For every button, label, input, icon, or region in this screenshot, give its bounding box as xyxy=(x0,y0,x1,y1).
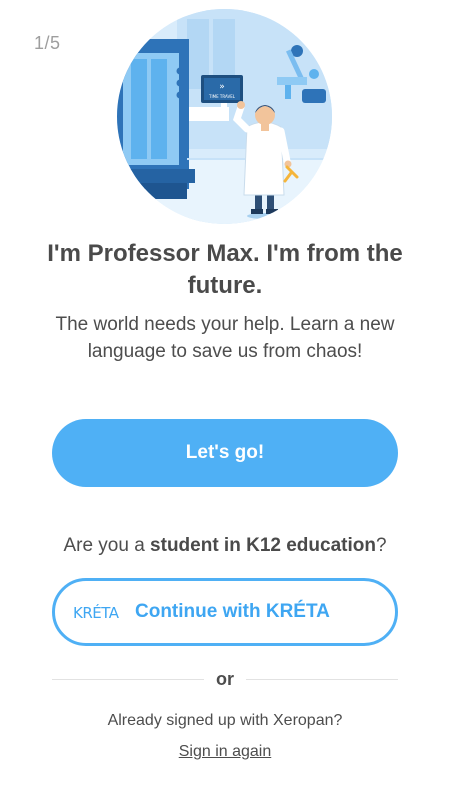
svg-text:»: » xyxy=(219,82,225,92)
svg-text:KRÉTA: KRÉTA xyxy=(73,603,120,622)
step-counter: 1/5 xyxy=(34,33,61,53)
divider-label: or xyxy=(216,668,234,689)
continue-with-kreta-button[interactable]: KRÉTA Continue with KRÉTA xyxy=(52,578,398,646)
kreta-button-label: Continue with KRÉTA xyxy=(135,601,330,622)
page-title: I'm Professor Max. I'm from the future. xyxy=(47,240,403,299)
professor-illustration: » TIME TRAVEL xyxy=(117,9,332,224)
k12-question: Are you a student in K12 education? xyxy=(0,535,450,557)
professor-max-illustration-icon: » TIME TRAVEL xyxy=(117,9,332,224)
divider-line-right xyxy=(246,678,398,680)
k12-question-emphasis: student in K12 education xyxy=(150,535,376,556)
divider-line-left xyxy=(52,678,204,680)
svg-text:TIME TRAVEL: TIME TRAVEL xyxy=(208,94,236,99)
or-divider: or xyxy=(52,667,398,691)
already-signed-up-text: Already signed up with Xeropan? xyxy=(107,712,343,729)
k12-question-suffix: ? xyxy=(375,535,387,556)
sign-in-again-link[interactable]: Sign in again xyxy=(0,743,450,761)
page-subtitle: The world needs your help. Learn a new l… xyxy=(55,314,395,362)
lets-go-button[interactable]: Let's go! xyxy=(52,419,398,487)
k12-question-prefix: Are you a xyxy=(63,535,151,556)
kreta-logo-icon: KRÉTA xyxy=(73,597,125,627)
